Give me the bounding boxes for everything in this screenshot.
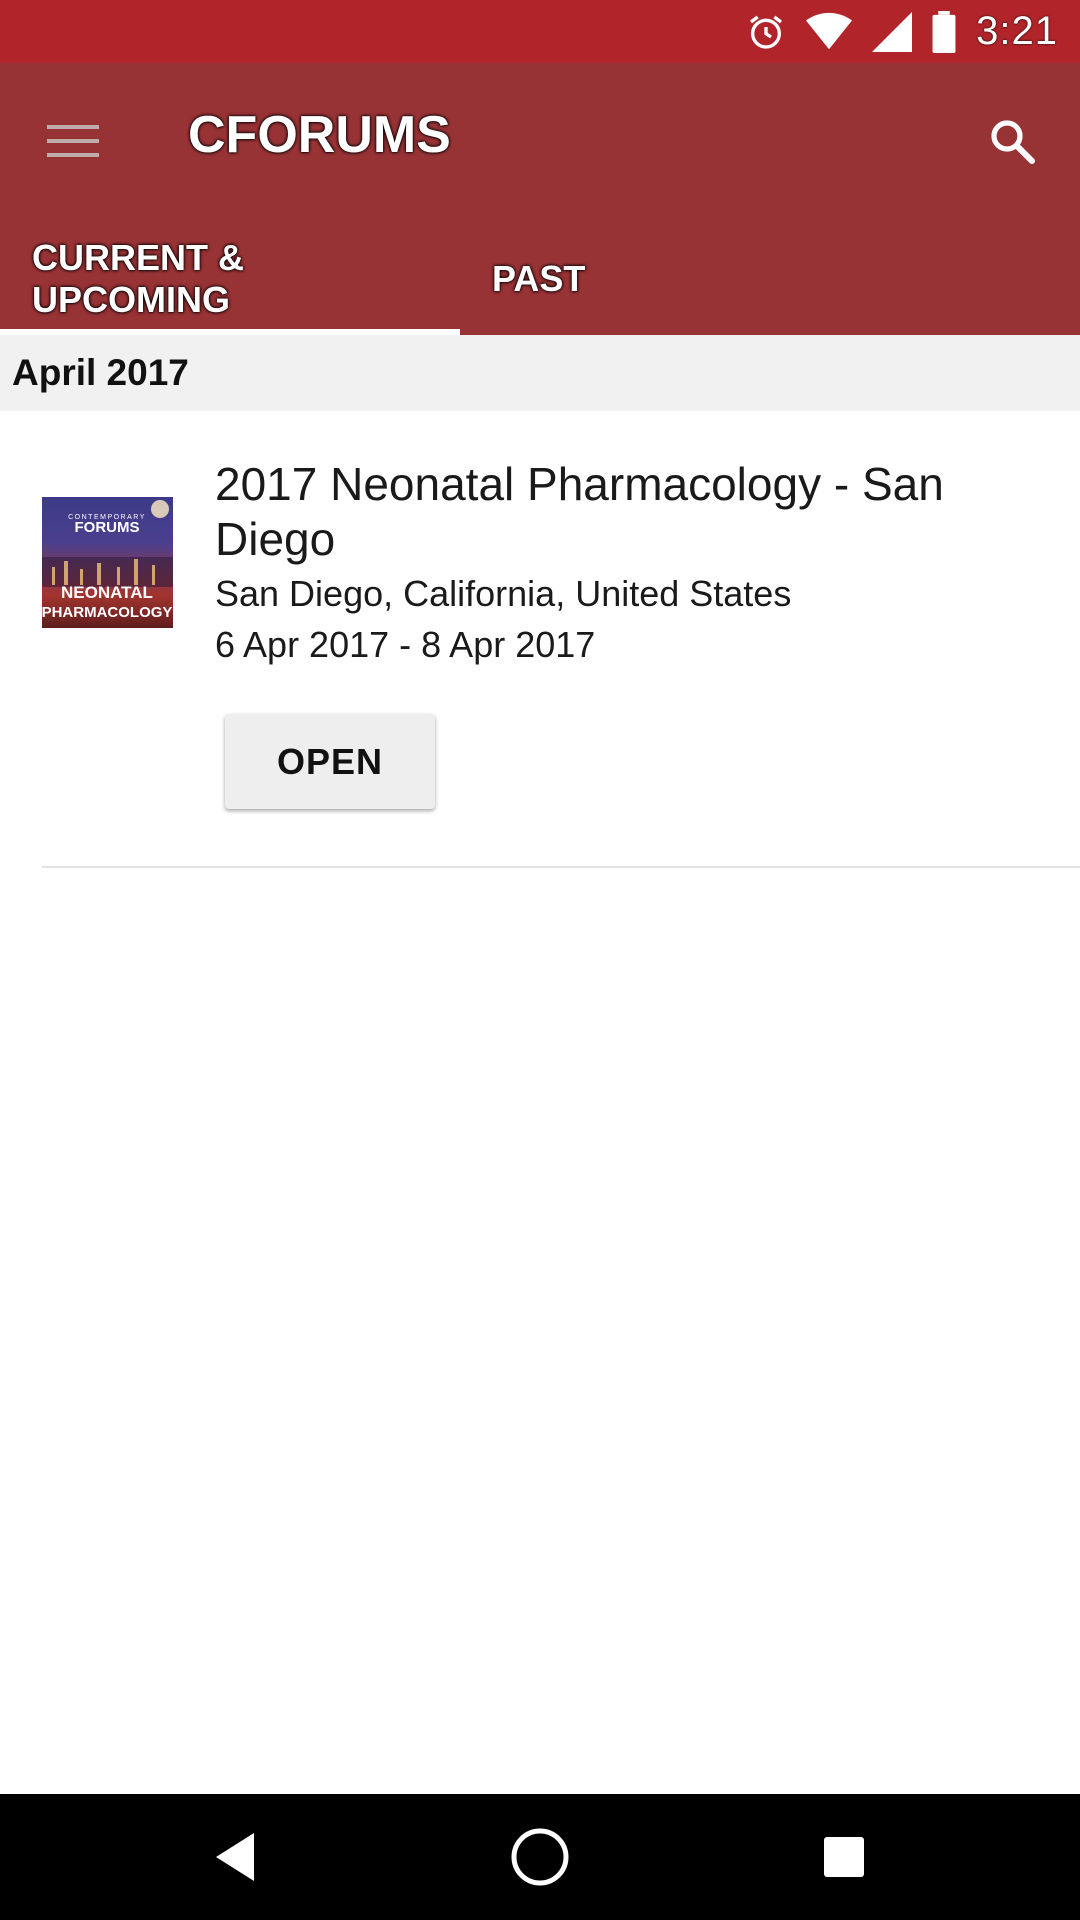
back-icon	[216, 1833, 254, 1881]
navigation-bar	[0, 1794, 1080, 1920]
tab-bar: CURRENT & UPCOMING PAST	[0, 223, 617, 335]
wifi-icon	[806, 12, 853, 52]
signal-icon	[872, 11, 913, 52]
event-thumbnail: CONTEMPORARY FORUMS NEONATAL PHARMACOLOG…	[42, 497, 173, 628]
alarm-icon	[746, 12, 786, 52]
tab-label: PAST	[492, 258, 586, 299]
app-bar: CFORUMS CURRENT & UPCOMING PAST	[0, 63, 1080, 335]
battery-icon	[932, 10, 956, 53]
tab-past[interactable]: PAST	[460, 223, 617, 335]
event-list-item[interactable]: CONTEMPORARY FORUMS NEONATAL PHARMACOLOG…	[0, 411, 1080, 868]
menu-button[interactable]	[40, 111, 106, 171]
back-button[interactable]	[195, 1822, 275, 1892]
status-time: 3:21	[976, 9, 1058, 53]
home-icon	[511, 1828, 569, 1886]
hamburger-menu-icon	[47, 125, 99, 157]
thumbnail-brand: FORUMS	[75, 519, 140, 536]
status-bar: 3:21	[0, 0, 1080, 63]
search-icon	[991, 120, 1035, 164]
tab-label: CURRENT & UPCOMING	[32, 237, 244, 320]
event-dates: 6 Apr 2017 - 8 Apr 2017	[215, 624, 596, 665]
tab-current-upcoming[interactable]: CURRENT & UPCOMING	[0, 223, 460, 335]
event-title: 2017 Neonatal Pharmacology - San Diego	[215, 458, 944, 565]
search-button[interactable]	[974, 103, 1050, 179]
recents-icon	[824, 1837, 864, 1877]
thumbnail-line2: PHARMACOLOGY	[42, 604, 172, 621]
app-title: CFORUMS	[188, 106, 451, 164]
thumbnail-line1: NEONATAL	[61, 583, 153, 602]
home-button[interactable]	[500, 1822, 580, 1892]
recents-button[interactable]	[804, 1822, 884, 1892]
divider	[42, 866, 1080, 868]
event-location: San Diego, California, United States	[215, 573, 792, 614]
month-section-header: April 2017	[0, 335, 1080, 411]
open-button[interactable]: OPEN	[225, 714, 435, 809]
